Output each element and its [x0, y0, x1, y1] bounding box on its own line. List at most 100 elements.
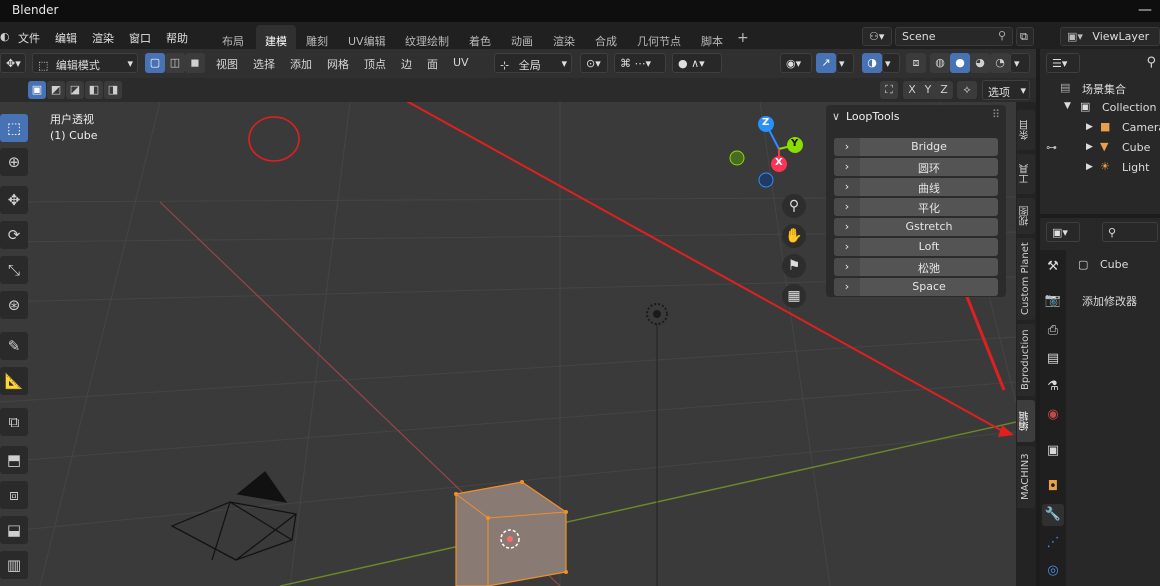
mirror-options-icon[interactable]: ⛶ — [880, 81, 898, 99]
overlay-toggle-button[interactable]: ◑ — [862, 53, 882, 73]
properties-editor-type[interactable]: ▣▾ — [1046, 222, 1080, 242]
add-workspace-button[interactable]: + — [737, 25, 749, 49]
select-invert-icon[interactable]: ◧ — [85, 81, 103, 99]
cube-object[interactable] — [454, 480, 568, 586]
add-cube-icon[interactable]: ⧉ — [0, 408, 28, 436]
collection-label[interactable]: Collection — [1102, 101, 1156, 114]
vertex-select-button[interactable]: ▢ — [145, 53, 165, 73]
overlay-dropdown[interactable]: ▾ — [882, 53, 900, 73]
chevron-down-icon[interactable]: ∨ — [832, 110, 840, 123]
view-layer-selector[interactable]: ▣▾ ViewLayer — [1060, 27, 1160, 46]
inset-icon[interactable]: ⧈ — [0, 481, 28, 509]
outliner-cube[interactable]: Cube — [1122, 141, 1150, 154]
tab-uv-editing[interactable]: UV编辑 — [348, 25, 386, 49]
sidebar-tab-custom-planet[interactable]: Custom Planet — [1017, 238, 1035, 320]
scene-type-icon[interactable]: ⚇▾ — [862, 27, 892, 46]
drag-handle-icon[interactable]: ⠿ — [992, 108, 1000, 121]
wireframe-shading-button[interactable]: ◍ — [930, 53, 950, 73]
tab-compositing[interactable]: 合成 — [595, 25, 617, 49]
scene-collection-label[interactable]: 场景集合 — [1082, 81, 1126, 97]
menu-window[interactable]: 窗口 — [129, 30, 151, 46]
tab-sculpt[interactable]: 雕刻 — [306, 25, 328, 49]
transform-icon[interactable]: ⊛ — [0, 291, 28, 319]
proportional-edit-selector[interactable]: ● ∧▾ — [672, 53, 722, 73]
face-select-button[interactable]: ◼ — [185, 53, 205, 73]
looptools-item-space[interactable]: › Space — [834, 278, 998, 296]
header-menu-mesh[interactable]: 网格 — [327, 56, 349, 72]
blender-logo-icon[interactable]: ◐ — [0, 30, 10, 43]
snap-selector[interactable]: ⌘ ⋯▾ — [614, 53, 666, 73]
looptools-item-curve[interactable]: › 曲线 — [834, 178, 998, 196]
tab-texture-paint[interactable]: 纹理绘制 — [405, 25, 449, 49]
scene-selector[interactable]: Scene ⚲ — [895, 27, 1013, 46]
tool-properties-icon[interactable]: ⚒ — [1042, 256, 1064, 278]
header-menu-uv[interactable]: UV — [453, 56, 469, 69]
collection-properties-icon[interactable]: ▣ — [1042, 440, 1064, 462]
annotate-icon[interactable]: ✎ — [0, 332, 28, 360]
modifier-properties-icon[interactable]: 🔧 — [1042, 504, 1064, 526]
tab-layout[interactable]: 布局 — [222, 25, 244, 49]
camera-object[interactable] — [170, 471, 297, 561]
scale-icon[interactable]: ⤡ — [0, 256, 28, 284]
rotate-icon[interactable]: ⟳ — [0, 221, 28, 249]
edge-select-button[interactable]: ◫ — [165, 53, 185, 73]
menu-edit[interactable]: 编辑 — [55, 30, 77, 46]
select-intersect-icon[interactable]: ◨ — [104, 81, 122, 99]
looptools-item-flatten[interactable]: › 平化 — [834, 198, 998, 216]
tab-shading[interactable]: 着色 — [469, 25, 491, 49]
header-menu-vertex[interactable]: 顶点 — [364, 56, 386, 72]
expand-collection-icon[interactable]: ▼ — [1064, 101, 1071, 111]
select-new-icon[interactable]: ▣ — [28, 81, 46, 99]
tab-modeling[interactable]: 建模 — [256, 25, 296, 49]
sidebar-tab-edit[interactable]: 编辑 — [1017, 400, 1035, 442]
select-extend-icon[interactable]: ◩ — [47, 81, 65, 99]
editor-type-icon[interactable]: ✥▾ — [0, 53, 26, 73]
scene-properties-icon[interactable]: ⚗ — [1042, 376, 1064, 398]
rendered-shading-button[interactable]: ◔ — [990, 53, 1010, 73]
perspective-grid-icon[interactable]: ▦ — [782, 284, 806, 308]
select-subtract-icon[interactable]: ◪ — [66, 81, 84, 99]
header-menu-face[interactable]: 面 — [427, 56, 438, 72]
output-properties-icon[interactable]: ⎙ — [1042, 320, 1064, 342]
looptools-item-loft[interactable]: › Loft — [834, 238, 998, 256]
options-dropdown[interactable]: 选项 ▾ — [982, 80, 1030, 100]
measure-icon[interactable]: 📐 — [0, 367, 28, 395]
menu-render[interactable]: 渲染 — [92, 30, 114, 46]
outliner-editor-type[interactable]: ☰▾ — [1046, 53, 1080, 73]
looptools-item-bridge[interactable]: › Bridge — [834, 138, 998, 156]
zoom-icon[interactable]: ⚲ — [782, 194, 806, 218]
pin-icon[interactable]: ⚲ — [998, 29, 1006, 42]
sidebar-tab-machin3[interactable]: MACHIN3 — [1017, 446, 1035, 508]
sidebar-tab-view[interactable]: 视图 — [1017, 198, 1035, 234]
gizmo-dropdown[interactable]: ▾ — [836, 53, 854, 73]
gizmo-toggle-button[interactable]: ↗ — [816, 53, 836, 73]
looptools-item-gstretch[interactable]: › Gstretch — [834, 218, 998, 236]
camera-view-icon[interactable]: ⚑ — [782, 254, 806, 278]
add-modifier-button[interactable]: 添加修改器 — [1082, 293, 1137, 309]
expand-cube-icon[interactable]: ▶ — [1086, 142, 1093, 152]
looptools-title[interactable]: LoopTools — [846, 110, 899, 123]
menu-help[interactable]: 帮助 — [166, 30, 188, 46]
header-menu-edge[interactable]: 边 — [401, 56, 412, 72]
move-icon[interactable]: ✥ — [0, 186, 28, 214]
looptools-item-relax[interactable]: › 松弛 — [834, 258, 998, 276]
select-box-icon[interactable]: ⬚ — [0, 114, 28, 142]
mirror-z-button[interactable]: Z — [935, 81, 953, 99]
orientation-selector[interactable]: ⊹ 全局 ▾ — [494, 53, 572, 73]
material-shading-button[interactable]: ◕ — [970, 53, 990, 73]
search-icon[interactable]: ⚲ — [1146, 55, 1156, 70]
bevel-icon[interactable]: ⬓ — [0, 516, 28, 544]
view-layer-properties-icon[interactable]: ▤ — [1042, 348, 1064, 370]
visibility-selector[interactable]: ◉▾ — [780, 53, 812, 73]
physics-properties-icon[interactable]: ◎ — [1042, 560, 1064, 582]
menu-file[interactable]: 文件 — [18, 30, 40, 46]
sidebar-tab-bproduction[interactable]: Bproduction — [1017, 324, 1035, 396]
header-menu-select[interactable]: 选择 — [253, 56, 275, 72]
minimize-icon[interactable]: — — [1138, 2, 1152, 18]
outliner-camera[interactable]: Camera — [1122, 121, 1160, 134]
xray-toggle-button[interactable]: ⧈ — [906, 53, 926, 73]
sidebar-tab-item[interactable]: 条目 — [1017, 110, 1035, 150]
solid-shading-button[interactable]: ● — [950, 53, 970, 73]
object-properties-icon[interactable]: ◘ — [1042, 476, 1064, 498]
uv-sync-icon[interactable]: ⟡ — [957, 81, 977, 99]
